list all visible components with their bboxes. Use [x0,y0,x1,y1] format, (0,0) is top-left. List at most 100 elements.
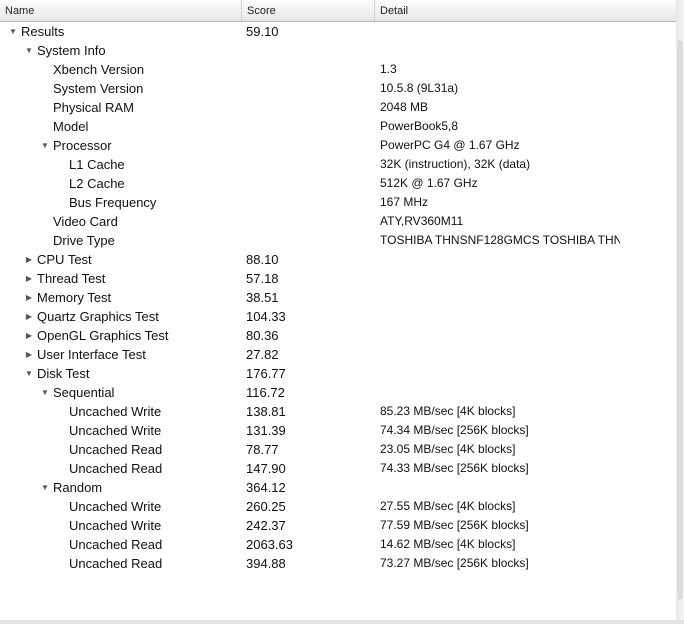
disclosure-triangle-expanded-icon[interactable]: ▼ [40,383,50,402]
row-name: Random [53,480,103,495]
outline-row[interactable]: Xbench Version 1.3 [0,60,676,79]
detail-cell [380,22,620,41]
row-name: Drive Type [53,233,115,248]
disclosure-triangle-collapsed-icon[interactable]: ▶ [24,250,34,269]
name-cell: Uncached Read [0,459,242,478]
detail-cell [380,345,620,364]
detail-cell: 2048 MB [380,100,429,114]
column-header-score[interactable]: Score [242,0,375,21]
name-cell: ▶ CPU Test [0,250,242,269]
disclosure-triangle-expanded-icon[interactable]: ▼ [40,136,50,155]
outline-row[interactable]: L1 Cache 32K (instruction), 32K (data) [0,155,676,174]
score-cell [246,136,374,155]
name-cell: ▶ OpenGL Graphics Test [0,326,242,345]
disclosure-triangle-collapsed-icon[interactable]: ▶ [24,307,34,326]
row-name: Memory Test [37,290,112,305]
detail-cell: 74.33 MB/sec [256K blocks] [380,461,529,475]
disclosure-triangle-expanded-icon[interactable]: ▼ [24,364,34,383]
disclosure-triangle-collapsed-icon[interactable]: ▶ [24,288,34,307]
outline-row[interactable]: ▼ Sequential 116.72 [0,383,676,402]
disclosure-triangle-collapsed-icon[interactable]: ▶ [24,269,34,288]
row-name: Uncached Read [69,537,163,552]
detail-cell: TOSHIBA THNSNF128GMCS TOSHIBA THN [380,233,620,247]
name-cell: L1 Cache [0,155,242,174]
outline-row[interactable]: Uncached Read 147.90 74.33 MB/sec [256K bl… [0,459,676,478]
vertical-scrollbar[interactable] [676,0,684,624]
score-cell: 80.36 [246,328,279,343]
score-cell: 88.10 [246,252,279,267]
outline-row[interactable]: Video Card ATY,RV360M11 [0,212,676,231]
disclosure-triangle-collapsed-icon[interactable]: ▶ [24,345,34,364]
name-cell: ▼ Random [0,478,242,497]
detail-cell: 85.23 MB/sec [4K blocks] [380,404,516,418]
score-cell: 2063.63 [246,537,293,552]
name-cell: ▼ Sequential [0,383,242,402]
score-cell [246,231,374,250]
outline-row[interactable]: Physical RAM 2048 MB [0,98,676,117]
window-bottom-edge [0,620,684,624]
name-cell: ▼ Disk Test [0,364,242,383]
score-cell: 242.37 [246,518,286,533]
outline-row[interactable]: Uncached Write 260.25 27.55 MB/sec [4K blo… [0,497,676,516]
name-cell: ▶ Memory Test [0,288,242,307]
row-name: Uncached Read [69,461,163,476]
row-name: L2 Cache [69,176,125,191]
name-cell: ▼ Processor [0,136,242,155]
outline-row[interactable]: ▼ Random 364.12 [0,478,676,497]
outline-row[interactable]: L2 Cache 512K @ 1.67 GHz [0,174,676,193]
name-cell: Video Card [0,212,242,231]
row-name: Disk Test [37,366,90,381]
outline-row[interactable]: ▼ System Info [0,41,676,60]
outline-row[interactable]: ▶ User Interface Test 27.82 [0,345,676,364]
detail-cell: 27.55 MB/sec [4K blocks] [380,499,516,513]
name-cell: Uncached Write [0,421,242,440]
outline-row[interactable]: ▼ Processor PowerPC G4 @ 1.67 GHz [0,136,676,155]
score-cell [246,193,374,212]
name-cell: Bus Frequency [0,193,242,212]
score-cell [246,79,374,98]
name-cell: Physical RAM [0,98,242,117]
outline-row[interactable]: ▼ Results 59.10 [0,22,676,41]
detail-cell: 32K (instruction), 32K (data) [380,157,531,171]
score-cell: 131.39 [246,423,286,438]
row-name: Results [21,24,65,39]
column-header-detail[interactable]: Detail [375,0,676,21]
outline-row[interactable]: Model PowerBook5,8 [0,117,676,136]
outline-row[interactable]: ▼ Disk Test 176.77 [0,364,676,383]
outline-row[interactable]: ▶ Quartz Graphics Test 104.33 [0,307,676,326]
name-cell: Uncached Write [0,402,242,421]
detail-cell: 73.27 MB/sec [256K blocks] [380,556,529,570]
disclosure-triangle-collapsed-icon[interactable]: ▶ [24,326,34,345]
outline-row[interactable]: ▶ CPU Test 88.10 [0,250,676,269]
outline-row[interactable]: Uncached Read 394.88 73.27 MB/sec [256K bl… [0,554,676,573]
outline-row[interactable]: Uncached Write 131.39 74.34 MB/sec [256K b… [0,421,676,440]
outline-row[interactable]: Uncached Write 138.81 85.23 MB/sec [4K blo… [0,402,676,421]
disclosure-triangle-expanded-icon[interactable]: ▼ [8,22,18,41]
outline-row[interactable]: Drive Type TOSHIBA THNSNF128GMCS TOSHIBA … [0,231,676,250]
outline-row[interactable]: Uncached Read 2063.63 14.62 MB/sec [4K blo… [0,535,676,554]
row-name: Uncached Write [69,423,162,438]
outline-row[interactable]: ▶ Thread Test 57.18 [0,269,676,288]
detail-cell [380,478,620,497]
row-name: Sequential [53,385,115,400]
disclosure-triangle-expanded-icon[interactable]: ▼ [24,41,34,60]
name-cell: Uncached Read [0,535,242,554]
outline-row[interactable]: ▶ OpenGL Graphics Test 80.36 [0,326,676,345]
outline-row[interactable]: System Version 10.5.8 (9L31a) [0,79,676,98]
name-cell: Drive Type [0,231,242,250]
column-header-name[interactable]: Name [0,0,242,21]
name-cell: ▶ User Interface Test [0,345,242,364]
scrollbar-track[interactable] [677,40,683,600]
detail-cell: 77.59 MB/sec [256K blocks] [380,518,529,532]
outline-row[interactable]: Bus Frequency 167 MHz [0,193,676,212]
outline-row[interactable]: ▶ Memory Test 38.51 [0,288,676,307]
outline-row[interactable]: Uncached Write 242.37 77.59 MB/sec [256K b… [0,516,676,535]
name-cell: ▶ Quartz Graphics Test [0,307,242,326]
outline-row[interactable]: Uncached Read 78.77 23.05 MB/sec [4K block… [0,440,676,459]
disclosure-triangle-expanded-icon[interactable]: ▼ [40,478,50,497]
detail-cell [380,288,620,307]
row-name: Model [53,119,89,134]
detail-cell [380,41,620,60]
name-cell: Xbench Version [0,60,242,79]
score-cell: 147.90 [246,461,286,476]
